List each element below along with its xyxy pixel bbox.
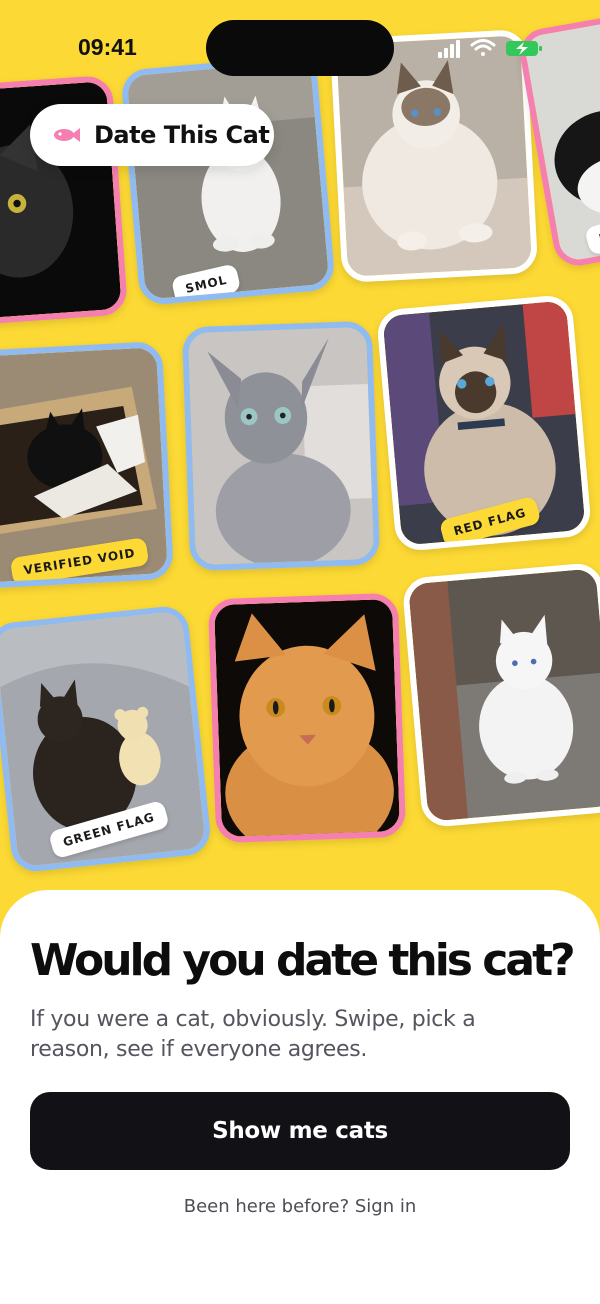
fish-icon: [54, 128, 80, 142]
cat-card-box-cat[interactable]: VERIFIED VOID: [0, 340, 175, 590]
cat-card-siamese[interactable]: RED FLAG: [375, 293, 593, 553]
cat-photo: [126, 60, 330, 300]
page-subtitle: If you were a cat, obviously. Swipe, pic…: [30, 1007, 476, 1062]
app-name: Date This Cat: [94, 121, 270, 149]
cat-card-white-cat[interactable]: [401, 561, 600, 829]
page-title: Would you date this cat?: [30, 935, 576, 986]
show-me-cats-button[interactable]: Show me cats: [30, 1092, 570, 1170]
signal-icon: [438, 40, 460, 58]
battery-charging-icon: [506, 41, 542, 56]
cat-card-orange-cat[interactable]: [207, 592, 407, 844]
cat-card-white-kitten[interactable]: SMOL: [120, 53, 336, 307]
dynamic-island: [206, 20, 394, 76]
cat-photo: [188, 326, 374, 566]
app-name-pill: Date This Cat: [30, 104, 274, 166]
sign-in-link[interactable]: Been here before? Sign in: [0, 1196, 600, 1217]
status-bar: 09:41: [0, 0, 600, 90]
status-icons: [436, 36, 546, 60]
cat-photo: [214, 598, 400, 838]
cat-photo: [407, 568, 600, 822]
status-time: 09:41: [78, 34, 137, 60]
cat-card-sphynx[interactable]: [181, 320, 381, 572]
cat-collage: SMOL DIV VERIFIED VOID RED FLAG GREEN FL…: [0, 0, 600, 940]
wifi-icon: [470, 39, 496, 56]
cat-card-teddy-cat[interactable]: GREEN FLAG: [0, 604, 213, 874]
